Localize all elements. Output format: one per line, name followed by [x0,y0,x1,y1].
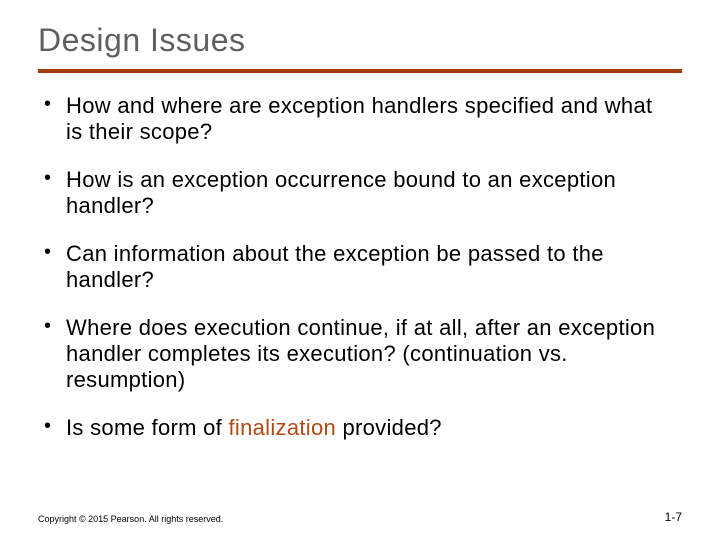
slide-title: Design Issues [38,22,682,59]
bullet-item: How is an exception occurrence bound to … [66,167,674,219]
bullet-list: How and where are exception handlers spe… [38,93,682,441]
slide: Design Issues How and where are exceptio… [0,0,720,540]
bullet-item: Where does execution continue, if at all… [66,315,674,393]
bullet-item: Is some form of finalization provided? [66,415,674,441]
title-rule [38,69,682,73]
copyright-text: Copyright © 2015 Pearson. All rights res… [38,514,223,524]
bullet-item: How and where are exception handlers spe… [66,93,674,145]
page-number: 1-7 [665,510,682,524]
bullet-item: Can information about the exception be p… [66,241,674,293]
